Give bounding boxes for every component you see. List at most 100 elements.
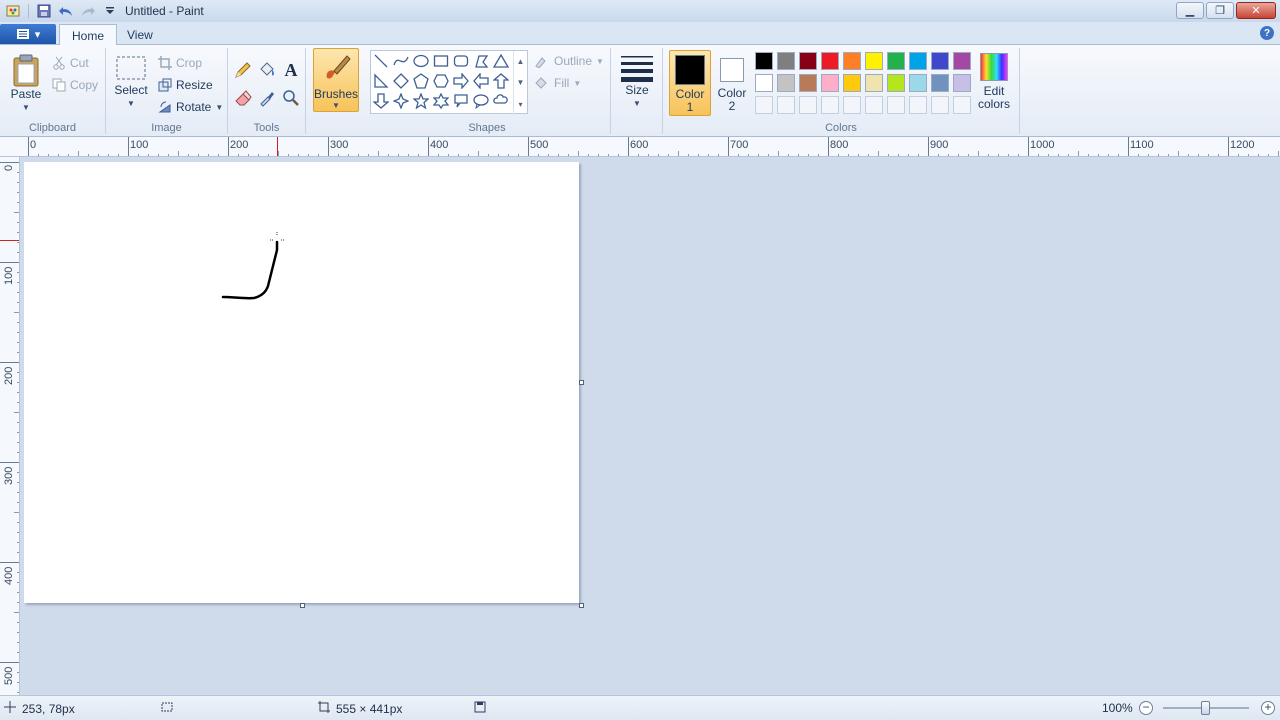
palette-swatch[interactable] <box>755 74 773 92</box>
palette-swatch[interactable] <box>799 74 817 92</box>
paste-button[interactable]: Paste ▼ <box>6 54 46 114</box>
palette-swatch[interactable] <box>931 52 949 70</box>
oval-shape-icon[interactable] <box>411 51 431 71</box>
left-arrow-shape-icon[interactable] <box>471 71 491 91</box>
color-picker-icon[interactable] <box>257 88 277 108</box>
fill-bucket-icon[interactable] <box>257 60 277 80</box>
custom-color-slot[interactable] <box>909 96 927 114</box>
palette-swatch[interactable] <box>953 52 971 70</box>
palette-swatch[interactable] <box>865 52 883 70</box>
tab-view[interactable]: View <box>115 24 165 46</box>
palette-swatch[interactable] <box>843 52 861 70</box>
select-button[interactable]: Select ▼ <box>112 54 150 110</box>
custom-color-slot[interactable] <box>843 96 861 114</box>
paste-label: Paste <box>10 87 42 101</box>
customize-dropdown-icon[interactable] <box>101 2 119 20</box>
diamond-shape-icon[interactable] <box>391 71 411 91</box>
right-arrow-shape-icon[interactable] <box>451 71 471 91</box>
minimize-button[interactable]: ▁ <box>1176 2 1204 19</box>
ruler-major-tick <box>228 137 229 156</box>
paint-app-icon[interactable] <box>4 2 22 20</box>
pencil-icon[interactable] <box>233 60 253 80</box>
drawing-canvas[interactable] <box>24 162 579 603</box>
text-icon[interactable]: A <box>281 60 301 80</box>
custom-color-slot[interactable] <box>821 96 839 114</box>
eraser-icon[interactable] <box>233 88 253 108</box>
zoom-slider-thumb[interactable] <box>1201 701 1210 715</box>
oval-callout-shape-icon[interactable] <box>471 91 491 111</box>
edit-colors-button[interactable]: Edit colors <box>973 53 1015 111</box>
zoom-out-button[interactable]: − <box>1139 701 1153 715</box>
scroll-down-icon[interactable]: ▼ <box>517 78 525 87</box>
six-point-star-shape-icon[interactable] <box>431 91 451 111</box>
color1-button[interactable]: Color 1 <box>669 50 711 116</box>
triangle-shape-icon[interactable] <box>491 51 511 71</box>
hexagon-shape-icon[interactable] <box>431 71 451 91</box>
custom-color-slot[interactable] <box>777 96 795 114</box>
outline-button[interactable]: Outline ▼ <box>534 52 604 70</box>
ruler-major-tick <box>1228 137 1229 156</box>
color2-button[interactable]: Color 2 <box>712 50 752 116</box>
custom-color-slot[interactable] <box>799 96 817 114</box>
right-triangle-shape-icon[interactable] <box>371 71 391 91</box>
custom-color-slot[interactable] <box>865 96 883 114</box>
cut-button[interactable]: Cut <box>52 54 89 72</box>
curve-shape-icon[interactable] <box>391 51 411 71</box>
magnifier-icon[interactable] <box>281 88 301 108</box>
custom-color-slot[interactable] <box>931 96 949 114</box>
scroll-up-icon[interactable]: ▲ <box>517 57 525 66</box>
palette-swatch[interactable] <box>799 52 817 70</box>
rounded-callout-shape-icon[interactable] <box>451 91 471 111</box>
custom-color-slot[interactable] <box>755 96 773 114</box>
shapes-scrollbar[interactable]: ▲ ▼ ▾ <box>513 51 527 115</box>
save-icon[interactable] <box>35 2 53 20</box>
palette-swatch[interactable] <box>887 74 905 92</box>
redo-icon[interactable] <box>79 2 97 20</box>
restore-button[interactable]: ❐ <box>1206 2 1234 19</box>
five-point-star-shape-icon[interactable] <box>411 91 431 111</box>
size-button[interactable]: Size ▼ <box>617 52 657 110</box>
help-icon[interactable]: ? <box>1260 26 1274 40</box>
custom-color-slot[interactable] <box>887 96 905 114</box>
rounded-rectangle-shape-icon[interactable] <box>451 51 471 71</box>
copy-button[interactable]: Copy <box>52 76 98 94</box>
palette-swatch[interactable] <box>865 74 883 92</box>
disk-icon <box>474 701 486 716</box>
palette-swatch[interactable] <box>777 74 795 92</box>
palette-swatch[interactable] <box>887 52 905 70</box>
palette-swatch[interactable] <box>953 74 971 92</box>
palette-swatch[interactable] <box>821 74 839 92</box>
close-button[interactable]: ✕ <box>1236 2 1276 19</box>
four-point-star-shape-icon[interactable] <box>391 91 411 111</box>
palette-swatch[interactable] <box>843 74 861 92</box>
resize-handle-corner[interactable] <box>579 603 584 608</box>
palette-swatch[interactable] <box>821 52 839 70</box>
custom-color-slot[interactable] <box>953 96 971 114</box>
resize-handle-bottom[interactable] <box>300 603 305 608</box>
up-arrow-shape-icon[interactable] <box>491 71 511 91</box>
palette-swatch[interactable] <box>755 52 773 70</box>
resize-handle-right[interactable] <box>579 380 584 385</box>
palette-swatch[interactable] <box>931 74 949 92</box>
palette-swatch[interactable] <box>909 52 927 70</box>
down-arrow-shape-icon[interactable] <box>371 91 391 111</box>
crop-icon <box>158 56 172 70</box>
rectangle-shape-icon[interactable] <box>431 51 451 71</box>
line-shape-icon[interactable] <box>371 51 391 71</box>
paint-menu-button[interactable]: ▾ <box>0 24 56 44</box>
title-bar: Untitled - Paint ▁ ❐ ✕ <box>0 0 1280 22</box>
undo-icon[interactable] <box>57 2 75 20</box>
polygon-shape-icon[interactable] <box>471 51 491 71</box>
fill-button[interactable]: Fill ▼ <box>534 74 581 92</box>
rotate-button[interactable]: Rotate ▼ <box>158 98 223 116</box>
palette-swatch[interactable] <box>777 52 795 70</box>
resize-button[interactable]: Resize <box>158 76 213 94</box>
zoom-in-button[interactable]: + <box>1261 701 1275 715</box>
expand-gallery-icon[interactable]: ▾ <box>518 100 522 109</box>
palette-swatch[interactable] <box>909 74 927 92</box>
pentagon-shape-icon[interactable] <box>411 71 431 91</box>
crop-button[interactable]: Crop <box>158 54 202 72</box>
brushes-button[interactable]: Brushes ▼ <box>313 48 359 112</box>
cloud-callout-shape-icon[interactable] <box>491 91 511 111</box>
tab-home[interactable]: Home <box>59 24 118 46</box>
